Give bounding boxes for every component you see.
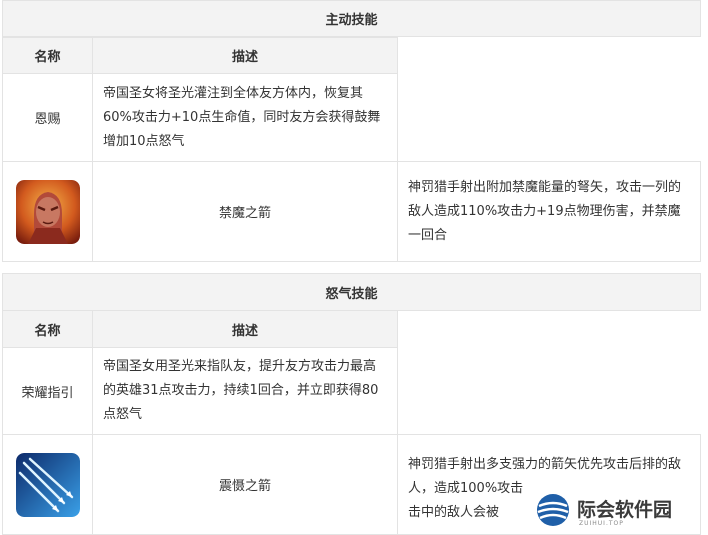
rage-row2-desc-line3: 击中的敌人会被 [408, 505, 500, 520]
watermark-text: 际会软件园 [577, 499, 673, 521]
watermark: 际会软件园 ZUIHUI.TOP [535, 488, 695, 532]
active-row1-name: 恩赐 [2, 73, 93, 162]
active-col-desc-header: 描述 [92, 37, 398, 74]
active-row1-desc: 帝国圣女将圣光灌注到全体友方体内，恢复其60%攻击力+10点生命值，同时友方会获… [92, 73, 398, 162]
active-row2-name: 禁魔之箭 [92, 161, 398, 262]
rage-col-name-header: 名称 [2, 310, 93, 348]
rage-row2-icon-cell [2, 434, 93, 535]
active-row2-icon-cell [2, 161, 93, 262]
rage-col-desc-header: 描述 [92, 310, 398, 348]
active-row2-desc: 神罚猎手射出附加禁魔能量的弩矢，攻击一列的敌人造成110%攻击力+19点物理伤害… [397, 161, 701, 262]
rage-skills-title: 怒气技能 [2, 273, 701, 311]
rage-row1-name: 荣耀指引 [2, 347, 93, 435]
blue-arrows-icon [15, 452, 80, 517]
red-warrior-portrait-icon [15, 179, 80, 244]
rage-row1-desc: 帝国圣女用圣光来指队友，提升友方攻击力最高的英雄31点攻击力，持续1回合，并立即… [92, 347, 398, 435]
watermark-subtext: ZUIHUI.TOP [579, 520, 624, 527]
active-skills-title: 主动技能 [2, 0, 701, 37]
active-col-name-header: 名称 [2, 37, 93, 74]
globe-logo-icon [537, 494, 569, 526]
rage-row2-name: 震慑之箭 [92, 434, 398, 535]
